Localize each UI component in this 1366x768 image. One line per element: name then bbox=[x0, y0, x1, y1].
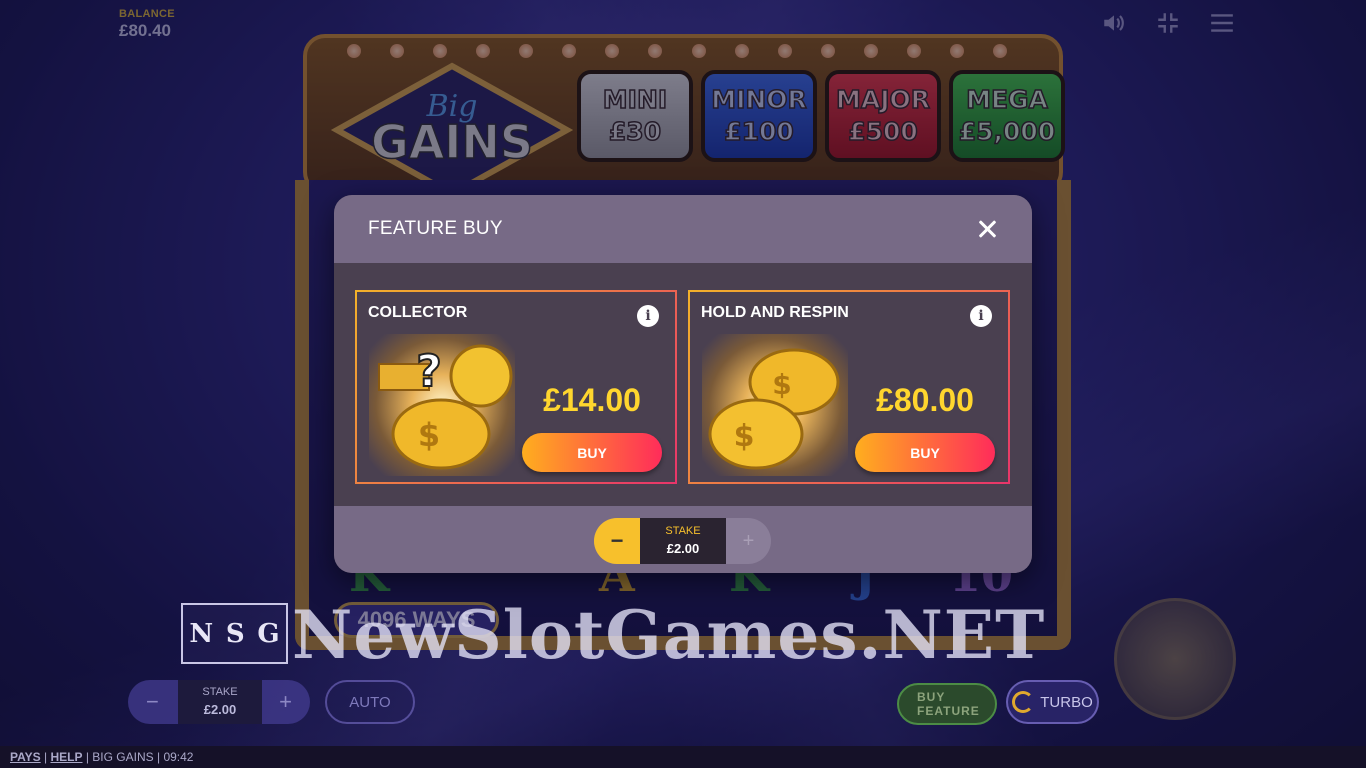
footer-time: 09:42 bbox=[163, 750, 194, 764]
turbo-button[interactable]: TURBO bbox=[1006, 680, 1099, 724]
two-gold-piggies-icon: $ $ bbox=[702, 334, 848, 476]
svg-text:$: $ bbox=[772, 368, 791, 401]
watermark-text: NewSlotGames.NET bbox=[292, 596, 1046, 674]
bottom-stake-plus-button[interactable]: + bbox=[279, 689, 292, 715]
modal-body: COLLECTOR i ? $ £14.00 BUY HOLD AND RESP… bbox=[334, 263, 1032, 506]
feature-price: £80.00 bbox=[876, 382, 974, 418]
svg-text:?: ? bbox=[416, 346, 442, 397]
feature-card-title: HOLD AND RESPIN bbox=[701, 304, 849, 321]
bottom-stake-label: STAKE bbox=[202, 686, 238, 698]
buy-collector-button[interactable]: BUY bbox=[522, 433, 662, 472]
pays-link[interactable]: PAYS bbox=[10, 750, 41, 764]
bottom-stake-display: STAKE £2.00 bbox=[178, 680, 262, 724]
turbo-icon bbox=[1012, 691, 1035, 713]
help-link[interactable]: HELP bbox=[50, 750, 82, 764]
feature-card-title: COLLECTOR bbox=[368, 304, 468, 321]
buy-feature-button[interactable]: BUY FEATURE bbox=[897, 683, 997, 725]
buy-hold-and-respin-button[interactable]: BUY bbox=[855, 433, 995, 472]
spin-button[interactable] bbox=[1114, 598, 1236, 720]
svg-text:$: $ bbox=[734, 419, 755, 454]
close-icon[interactable] bbox=[976, 217, 1000, 241]
feature-card-collector: COLLECTOR i ? $ £14.00 BUY bbox=[355, 290, 677, 484]
modal-stake-control: − STAKE £2.00 + bbox=[594, 518, 771, 564]
info-icon[interactable]: i bbox=[637, 305, 659, 327]
bottom-stake-minus-button[interactable]: − bbox=[146, 689, 159, 715]
stake-display: STAKE £2.00 bbox=[640, 518, 726, 564]
stake-label: STAKE bbox=[665, 525, 701, 537]
modal-title: FEATURE BUY bbox=[368, 218, 503, 239]
feature-card-hold-and-respin: HOLD AND RESPIN i $ $ £80.00 BUY bbox=[688, 290, 1010, 484]
auto-button[interactable]: AUTO bbox=[325, 680, 415, 724]
info-icon[interactable]: i bbox=[970, 305, 992, 327]
footer-game-name: BIG GAINS bbox=[92, 750, 154, 764]
feature-price: £14.00 bbox=[543, 382, 641, 418]
footer-bar: PAYS | HELP | BIG GAINS | 09:42 bbox=[0, 746, 1366, 768]
svg-text:$: $ bbox=[418, 416, 440, 454]
feature-buy-modal: FEATURE BUY COLLECTOR i ? $ £14.00 BUY H… bbox=[334, 195, 1032, 573]
watermark-logo: N S G bbox=[181, 603, 288, 664]
turbo-label: TURBO bbox=[1040, 693, 1093, 711]
modal-header: FEATURE BUY bbox=[334, 195, 1032, 263]
stake-value: £2.00 bbox=[666, 541, 700, 556]
stake-minus-button[interactable]: − bbox=[594, 518, 640, 564]
gold-bars-coin-piggy-icon: ? $ bbox=[369, 334, 515, 476]
modal-footer: − STAKE £2.00 + bbox=[334, 506, 1032, 573]
bottom-stake-control: − STAKE £2.00 + bbox=[128, 680, 310, 724]
stake-plus-button[interactable]: + bbox=[726, 518, 771, 564]
bottom-stake-value: £2.00 bbox=[203, 702, 237, 717]
